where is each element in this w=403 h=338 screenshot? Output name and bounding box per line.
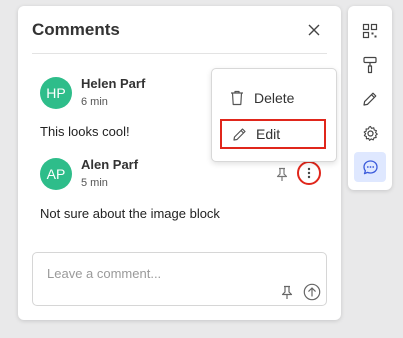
pin-button[interactable] <box>279 284 295 300</box>
more-options-button[interactable] <box>297 161 321 185</box>
close-button[interactable] <box>304 20 324 40</box>
qr-code-icon <box>362 23 378 39</box>
pencil-icon <box>363 92 377 106</box>
paint-roller-icon <box>363 56 377 74</box>
comment-time: 6 min <box>81 96 108 108</box>
gear-icon <box>363 125 378 141</box>
more-vertical-icon <box>307 167 311 179</box>
menu-item-edit[interactable]: Edit <box>220 119 326 149</box>
avatar: HP <box>40 77 72 109</box>
comment-time: 5 min <box>81 177 108 189</box>
panel-title: Comments <box>32 20 120 39</box>
toolbar-pencil-button[interactable] <box>354 84 386 114</box>
pin-comment-button[interactable] <box>273 165 291 183</box>
pin-icon <box>281 285 293 299</box>
comment-author: Helen Parf <box>81 76 146 91</box>
menu-item-label: Edit <box>256 126 281 142</box>
send-button[interactable] <box>303 283 321 301</box>
side-toolbar <box>348 6 392 190</box>
comments-panel: Comments HP Helen Parf 6 min This looks … <box>18 6 341 320</box>
pencil-icon <box>230 125 248 143</box>
comment-text: Not sure about the image block <box>40 206 220 221</box>
comment-author: Alen Parf <box>81 157 139 172</box>
comment-icon <box>362 159 378 174</box>
comment-input[interactable] <box>47 263 267 283</box>
comment-context-menu: Delete Edit <box>211 68 337 162</box>
comment-compose-box <box>32 252 327 306</box>
menu-item-label: Delete <box>254 90 295 106</box>
pin-icon <box>276 167 288 181</box>
toolbar-comments-button[interactable] <box>354 152 386 182</box>
trash-icon <box>228 89 246 107</box>
close-icon <box>308 24 320 36</box>
send-icon <box>303 283 321 301</box>
menu-item-delete[interactable]: Delete <box>220 83 326 113</box>
toolbar-settings-button[interactable] <box>354 118 386 148</box>
avatar: AP <box>40 158 72 190</box>
toolbar-paint-roller-button[interactable] <box>354 50 386 80</box>
title-divider <box>32 53 327 54</box>
toolbar-qr-code-button[interactable] <box>354 16 386 46</box>
comment-text: This looks cool! <box>40 124 130 139</box>
